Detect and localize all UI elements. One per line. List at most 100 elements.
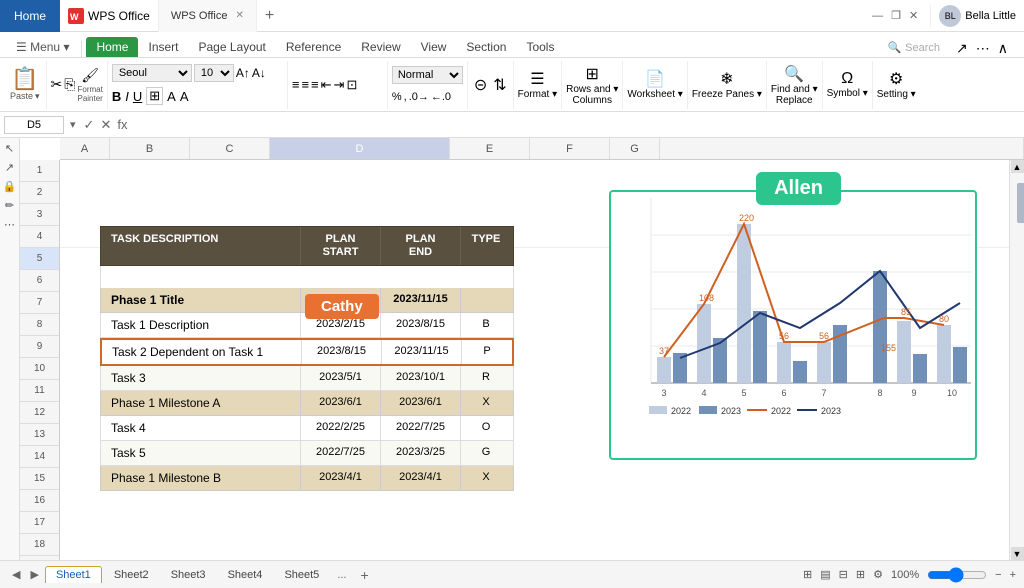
col-header-e[interactable]: E (450, 138, 530, 159)
decimal-inc-btn[interactable]: .0→ (409, 91, 429, 103)
checkmark-icon[interactable]: ✓ (82, 117, 97, 133)
settings-icon[interactable]: ⚙ (873, 568, 883, 581)
view-normal-icon[interactable]: ▤ (820, 568, 830, 581)
tab-view[interactable]: View (411, 37, 457, 57)
lock-icon[interactable]: 🔒 (3, 180, 17, 193)
decimal-dec-btn[interactable]: ←.0 (431, 91, 451, 103)
sort-btn[interactable]: ⇅ (493, 75, 506, 95)
col-header-d[interactable]: D (270, 138, 450, 159)
scroll-up-btn[interactable]: ▲ (1011, 160, 1024, 173)
comma-btn[interactable]: , (404, 91, 407, 103)
rows-cols-btn[interactable]: ⊞ Rows and ▾ Columns (566, 64, 618, 106)
bold-btn[interactable]: B (112, 89, 121, 104)
number-group: Normal % , .0→ ←.0 (388, 61, 468, 109)
task5-row: Task 5 2022/7/25 2023/3/25 G (100, 441, 514, 466)
more-vert-icon[interactable]: ⋯ (4, 218, 15, 231)
collapse-ribbon-icon[interactable]: ∧ (998, 40, 1008, 57)
sheet-tab-active[interactable]: Sheet1 (45, 566, 102, 583)
search-bar[interactable]: 🔍 Search (879, 38, 948, 57)
font-size-up-icon[interactable]: A↑ (236, 66, 250, 80)
tab-review[interactable]: Review (351, 37, 410, 57)
underline-btn[interactable]: U (133, 89, 142, 104)
formula-input[interactable] (131, 116, 1020, 134)
cells-area[interactable]: TASK DESCRIPTION PLANSTART PLANEND TYPE … (60, 160, 1009, 560)
font-size-down-icon[interactable]: A↓ (252, 66, 266, 80)
restore-icon[interactable]: ❐ (891, 9, 901, 22)
sheet-prev-btn[interactable]: ◀ (8, 568, 24, 581)
share-icon[interactable]: ↗ (956, 40, 968, 57)
tab-close-icon[interactable]: ✕ (235, 10, 243, 21)
tab-page-layout[interactable]: Page Layout (189, 37, 276, 57)
zoom-out-icon[interactable]: − (995, 569, 1001, 581)
indent-increase-icon[interactable]: ⇥ (334, 77, 345, 93)
home-tab-button[interactable]: Home (0, 0, 60, 32)
view-grid-icon[interactable]: ⊞ (856, 568, 865, 581)
scroll-thumb[interactable] (1017, 183, 1024, 223)
format-painter-btn[interactable]: 🖌 FormatPainter (77, 67, 102, 103)
document-tab[interactable]: WPS Office ✕ (158, 0, 257, 32)
arrow-tool-icon[interactable]: ↗ (5, 161, 14, 174)
align-left-icon[interactable]: ≡ (292, 77, 300, 92)
tab-section[interactable]: Section (456, 37, 516, 57)
tab-insert[interactable]: Insert (138, 37, 188, 57)
vertical-scrollbar[interactable]: ▲ ▼ (1009, 160, 1024, 560)
edit-icon[interactable]: ✏ (5, 199, 14, 212)
merge-btn[interactable]: ⊡ (346, 77, 357, 93)
cross-icon[interactable]: ✕ (98, 117, 113, 133)
col-header-b[interactable]: B (110, 138, 190, 159)
format-btn[interactable]: ☰ Format ▾ (518, 69, 557, 100)
align-center-icon[interactable]: ≡ (301, 77, 309, 92)
copy-btn[interactable]: ⎘ (64, 76, 75, 93)
settings-btn[interactable]: ⚙ Setting ▾ (877, 69, 916, 100)
sheet-tab-2[interactable]: Sheet2 (104, 567, 159, 583)
tab-tools[interactable]: Tools (516, 37, 564, 57)
fill-color-btn[interactable]: A (167, 89, 176, 104)
italic-btn[interactable]: I (125, 89, 129, 104)
col-header-f[interactable]: F (530, 138, 610, 159)
col-header-a[interactable]: A (60, 138, 110, 159)
tab-home[interactable]: Home (86, 37, 138, 57)
close-icon[interactable]: ✕ (909, 9, 918, 22)
font-size-select[interactable]: 10 (194, 64, 234, 82)
sheet-tab-5[interactable]: Sheet5 (274, 567, 329, 583)
zoom-in-icon[interactable]: + (1010, 569, 1016, 581)
more-sheets-btn[interactable]: ... (331, 567, 352, 583)
zoom-slider[interactable] (927, 571, 987, 579)
scroll-down-btn[interactable]: ▼ (1011, 547, 1024, 560)
font-color-btn[interactable]: A (180, 89, 189, 104)
indent-decrease-icon[interactable]: ⇤ (321, 77, 332, 93)
col-header-g[interactable]: G (610, 138, 660, 159)
minimize-icon[interactable]: — (872, 10, 883, 22)
more-icon[interactable]: ⋯ (976, 40, 990, 57)
cut-btn[interactable]: ✂ (51, 76, 63, 93)
worksheet-btn[interactable]: 📄 Worksheet ▾ (627, 69, 682, 100)
freeze-group: ❄ Freeze Panes ▾ (688, 61, 767, 109)
fx-icon[interactable]: fx (115, 117, 129, 132)
add-sheet-btn[interactable]: + (354, 565, 374, 585)
align-right-icon[interactable]: ≡ (311, 77, 319, 92)
col-header-c[interactable]: C (190, 138, 270, 159)
find-replace-btn[interactable]: 🔍 Find and ▾ Replace (771, 64, 818, 106)
border-btn[interactable]: ⊞ (146, 87, 163, 105)
filter-btn[interactable]: ⊝ (474, 75, 487, 95)
empty-spacer (100, 160, 514, 226)
paste-icon[interactable]: 📋 (11, 68, 38, 90)
freeze-panes-btn[interactable]: ❄ Freeze Panes ▾ (692, 69, 762, 100)
svg-text:10: 10 (947, 388, 957, 398)
view-page-icon[interactable]: ⊟ (839, 568, 848, 581)
font-family-select[interactable]: Seoul (112, 64, 192, 82)
percent-btn[interactable]: % (392, 91, 402, 103)
sheet-tab-3[interactable]: Sheet3 (161, 567, 216, 583)
cursor-tool-icon[interactable]: ↖ (5, 142, 14, 155)
wps-logo-icon: W (68, 8, 84, 24)
sheet-tab-4[interactable]: Sheet4 (218, 567, 273, 583)
sheet-next-btn[interactable]: ▶ (26, 568, 42, 581)
menu-item[interactable]: ☰ Menu ▾ (8, 37, 77, 57)
tab-reference[interactable]: Reference (276, 37, 351, 57)
search-icon: 🔍 (887, 41, 901, 54)
number-format-select[interactable]: Normal (392, 66, 463, 84)
cell-reference-input[interactable] (4, 116, 64, 134)
symbol-btn[interactable]: Ω Symbol ▾ (827, 70, 868, 99)
new-tab-button[interactable]: + (257, 7, 282, 25)
format-group: ✂ ⎘ 🖌 FormatPainter (47, 61, 108, 109)
